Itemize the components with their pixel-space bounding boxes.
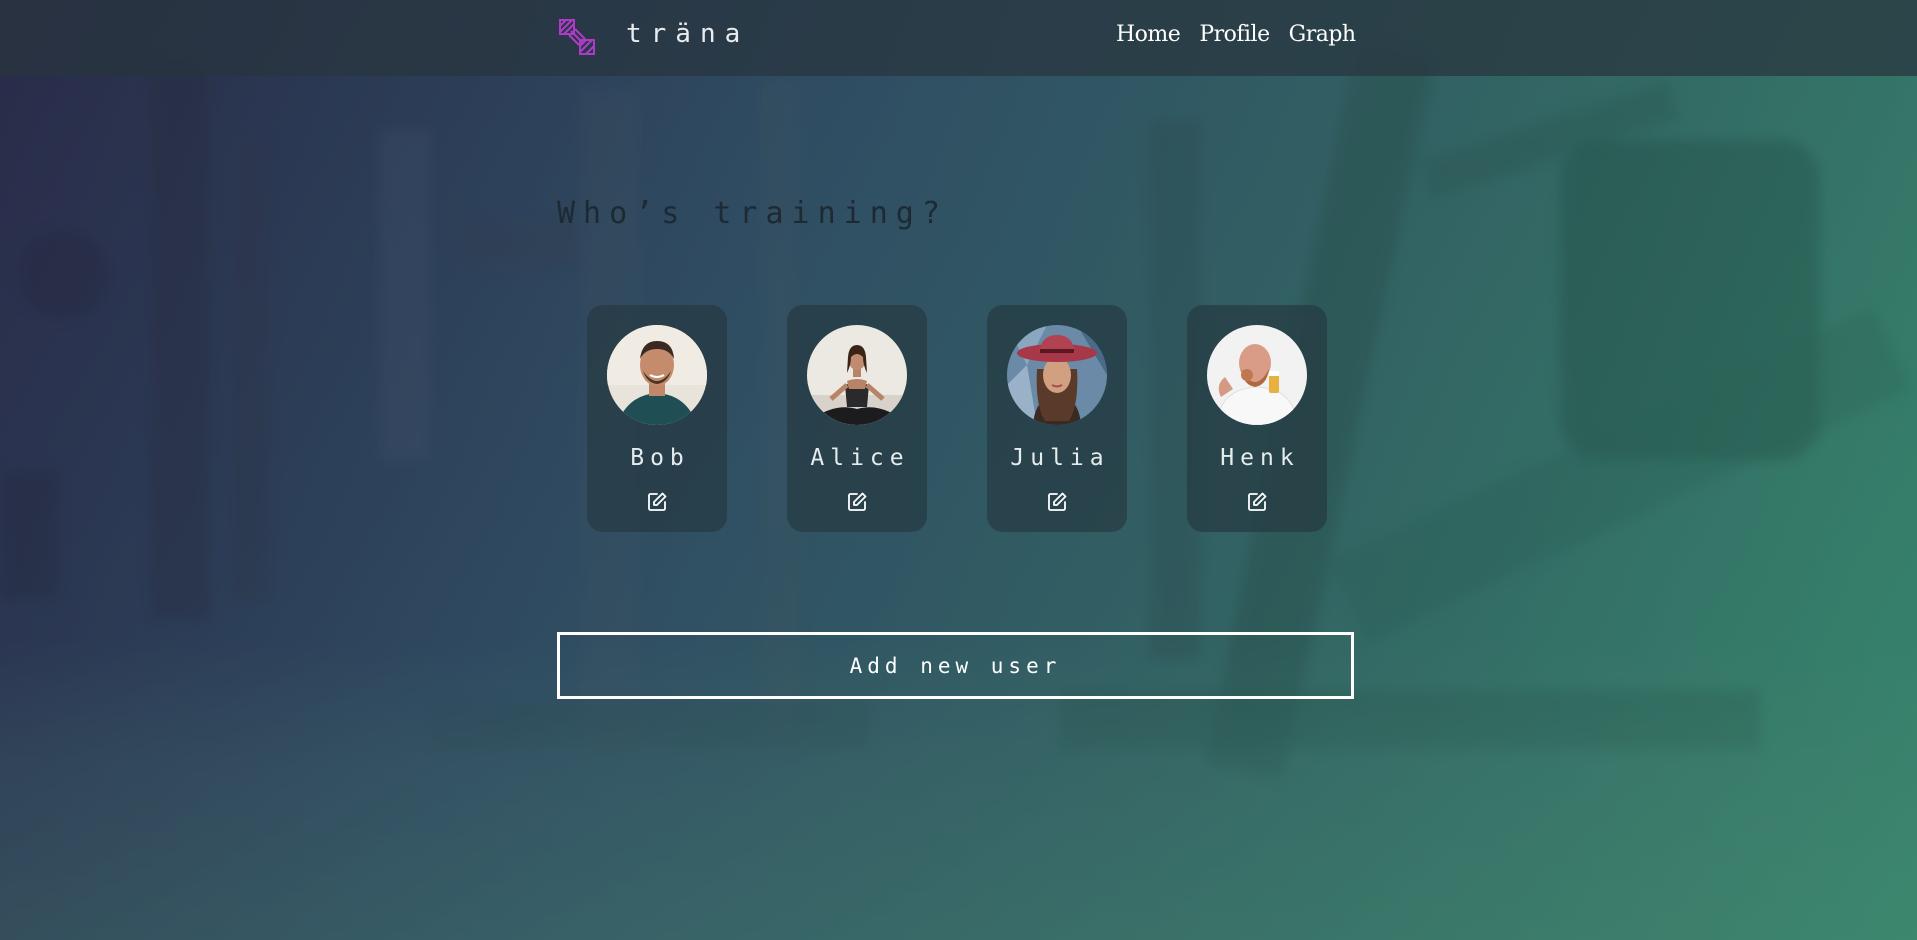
nav-link-profile[interactable]: Profile	[1199, 22, 1270, 47]
user-card-julia[interactable]: Julia	[987, 305, 1127, 532]
edit-icon[interactable]	[646, 491, 668, 513]
user-card-alice[interactable]: Alice	[787, 305, 927, 532]
main-nav: Home Profile Graph	[1116, 22, 1356, 47]
avatar[interactable]	[607, 325, 707, 425]
edit-icon[interactable]	[1046, 491, 1068, 513]
nav-link-graph[interactable]: Graph	[1289, 22, 1356, 47]
edit-icon[interactable]	[1246, 491, 1268, 513]
user-name: Julia	[1010, 445, 1110, 471]
user-name: Henk	[1220, 445, 1300, 471]
top-navbar: träna Home Profile Graph	[0, 0, 1917, 76]
brand-name[interactable]: träna	[626, 19, 749, 49]
avatar[interactable]	[807, 325, 907, 425]
user-name: Alice	[810, 445, 910, 471]
dumbbell-logo-icon[interactable]	[558, 18, 596, 56]
page-title: Who’s training?	[557, 196, 948, 231]
user-name: Bob	[630, 445, 690, 471]
avatar[interactable]	[1207, 325, 1307, 425]
user-card-bob[interactable]: Bob	[587, 305, 727, 532]
add-user-button[interactable]: Add new user	[557, 632, 1354, 699]
avatar[interactable]	[1007, 325, 1107, 425]
nav-link-home[interactable]: Home	[1116, 22, 1181, 47]
gym-background-image	[0, 0, 1917, 940]
page: träna Home Profile Graph Who’s training?	[0, 0, 1917, 940]
edit-icon[interactable]	[846, 491, 868, 513]
user-card-henk[interactable]: Henk	[1187, 305, 1327, 532]
